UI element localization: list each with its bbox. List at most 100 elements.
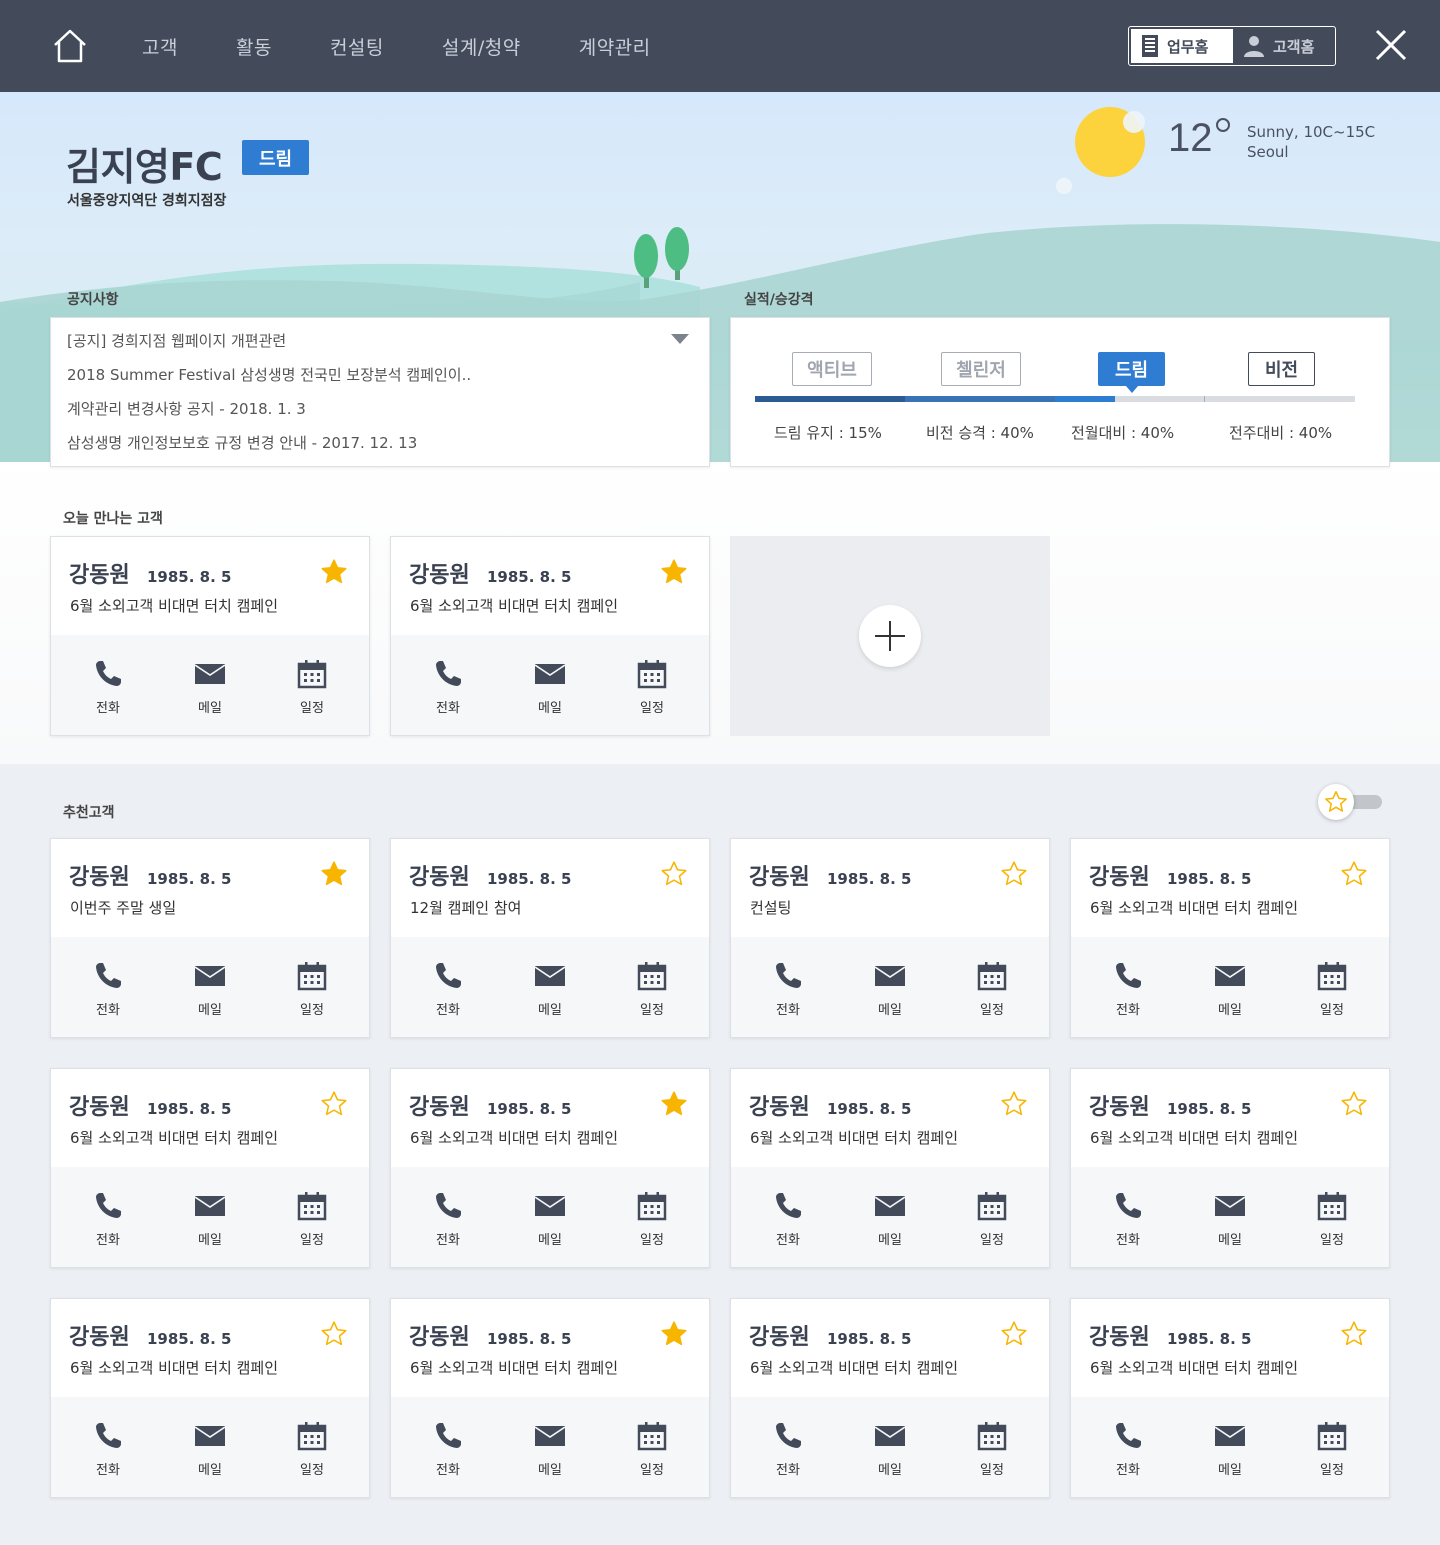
menu-activity[interactable]: 활동: [236, 33, 272, 60]
call-button[interactable]: 전화: [78, 1189, 138, 1249]
mail-button[interactable]: 메일: [520, 1189, 580, 1249]
call-button[interactable]: 전화: [758, 1419, 818, 1479]
plus-icon[interactable]: [859, 605, 921, 667]
work-home-button[interactable]: 업무홈: [1131, 29, 1233, 63]
star-outline-icon[interactable]: [1339, 1089, 1369, 1119]
schedule-button[interactable]: 일정: [1302, 1419, 1362, 1479]
mail-icon: [195, 664, 225, 684]
mail-button[interactable]: 메일: [1200, 1189, 1260, 1249]
call-button[interactable]: 전화: [418, 959, 478, 1019]
call-button[interactable]: 전화: [418, 657, 478, 717]
schedule-button[interactable]: 일정: [282, 959, 342, 1019]
customer-card[interactable]: 강동원 1985. 8. 5 6월 소외고객 비대면 터치 캠페인 전화 메일 일정: [1070, 1068, 1390, 1268]
schedule-button[interactable]: 일정: [622, 1419, 682, 1479]
notice-item[interactable]: [공지] 경희지점 웹페이지 개편관련: [67, 330, 471, 364]
call-button[interactable]: 전화: [1098, 959, 1158, 1019]
star-outline-icon[interactable]: [1339, 1319, 1369, 1349]
schedule-button[interactable]: 일정: [622, 1189, 682, 1249]
customer-card[interactable]: 강동원 1985. 8. 5 6월 소외고객 비대면 터치 캠페인전화 메일 일정: [390, 1068, 710, 1268]
call-button[interactable]: 전화: [758, 1189, 818, 1249]
customer-name: 강동원: [409, 563, 470, 588]
star-outline-icon[interactable]: [999, 859, 1029, 889]
mail-button[interactable]: 메일: [860, 1189, 920, 1249]
call-button[interactable]: 전화: [418, 1419, 478, 1479]
star-outline-icon[interactable]: [1339, 859, 1369, 889]
schedule-button[interactable]: 일정: [282, 657, 342, 717]
mail-button[interactable]: 메일: [520, 657, 580, 717]
notice-item[interactable]: 삼성생명 개인정보보호 규정 변경 안내 - 2017. 12. 13: [67, 432, 471, 466]
schedule-button[interactable]: 일정: [1302, 1189, 1362, 1249]
call-button[interactable]: 전화: [418, 1189, 478, 1249]
customer-card-actions: 전화 메일 일정: [391, 1397, 709, 1497]
notice-item[interactable]: 2018 Summer Festival 삼성생명 전국민 보장분석 캠페인이.…: [67, 364, 471, 398]
schedule-button[interactable]: 일정: [622, 959, 682, 1019]
star-filled-icon[interactable]: [659, 1319, 689, 1349]
customer-card[interactable]: 강동원 1985. 8. 5 6월 소외고객 비대면 터치 캠페인 전화 메일 일정: [50, 536, 370, 736]
mail-button[interactable]: 메일: [180, 657, 240, 717]
chevron-down-icon[interactable]: [671, 334, 689, 344]
schedule-button[interactable]: 일정: [962, 959, 1022, 1019]
call-button[interactable]: 전화: [78, 959, 138, 1019]
menu-consulting[interactable]: 컨설팅: [330, 33, 384, 60]
schedule-button[interactable]: 일정: [962, 1419, 1022, 1479]
customer-card-info: 강동원 1985. 8. 5 6월 소외고객 비대면 터치 캠페인: [391, 1069, 709, 1167]
schedule-label: 일정: [640, 1233, 664, 1248]
mail-button[interactable]: 메일: [180, 1419, 240, 1479]
mail-button[interactable]: 메일: [1200, 959, 1260, 1019]
star-filled-icon[interactable]: [319, 859, 349, 889]
mail-button[interactable]: 메일: [520, 959, 580, 1019]
schedule-button[interactable]: 일정: [282, 1189, 342, 1249]
call-button[interactable]: 전화: [758, 959, 818, 1019]
menu-contract-management[interactable]: 계약관리: [579, 33, 651, 60]
customer-card[interactable]: 강동원 1985. 8. 5 6월 소외고객 비대면 터치 캠페인 전화 메일 일정: [1070, 838, 1390, 1038]
customer-card[interactable]: 강동원 1985. 8. 5 6월 소외고객 비대면 터치 캠페인 전화 메일 일정: [390, 1298, 710, 1498]
star-outline-icon[interactable]: [319, 1319, 349, 1349]
customer-card[interactable]: 강동원 1985. 8. 5 이번주 주말 생일 전화 메일 일정: [50, 838, 370, 1038]
customer-card[interactable]: 강동원 1985. 8. 5 6월 소외고객 비대면 터치 캠페인 전화 메일 일정: [730, 1298, 1050, 1498]
notice-item[interactable]: 계약관리 변경사항 공지 - 2018. 1. 3: [67, 398, 471, 432]
customer-card[interactable]: 강동원 1985. 8. 5 12월 캠페인 참여 전화 메일 일정: [390, 838, 710, 1038]
customer-card[interactable]: 강동원 1985. 8. 5 6월 소외고객 비대면 터치 캠페인 전화 메일 일정: [50, 1298, 370, 1498]
call-button[interactable]: 전화: [1098, 1189, 1158, 1249]
grade-active[interactable]: 액티브: [792, 352, 872, 386]
customer-home-button[interactable]: 고객홈: [1233, 29, 1333, 63]
customer-card[interactable]: 강동원 1985. 8. 5 6월 소외고객 비대면 터치 캠페인 전화 메일 일정: [50, 1068, 370, 1268]
mail-button[interactable]: 메일: [1200, 1419, 1260, 1479]
schedule-button[interactable]: 일정: [282, 1419, 342, 1479]
star-outline-icon[interactable]: [659, 859, 689, 889]
calendar-icon: [1317, 962, 1347, 991]
schedule-button[interactable]: 일정: [622, 657, 682, 717]
schedule-button[interactable]: 일정: [1302, 959, 1362, 1019]
menu-customer[interactable]: 고객: [142, 33, 178, 60]
grade-vision[interactable]: 비전: [1248, 352, 1315, 386]
star-filled-icon[interactable]: [659, 1089, 689, 1119]
call-button[interactable]: 전화: [78, 1419, 138, 1479]
star-filled-icon[interactable]: [659, 557, 689, 587]
schedule-button[interactable]: 일정: [962, 1189, 1022, 1249]
close-icon[interactable]: [1374, 28, 1408, 62]
sunny-icon: [1056, 107, 1145, 194]
menu-design-application[interactable]: 설계/청약: [442, 33, 521, 60]
call-button[interactable]: 전화: [1098, 1419, 1158, 1479]
star-filled-icon[interactable]: [319, 557, 349, 587]
mail-label: 메일: [1218, 1463, 1242, 1478]
star-outline-icon[interactable]: [999, 1089, 1029, 1119]
customer-card[interactable]: 강동원 1985. 8. 5 6월 소외고객 비대면 터치 캠페인 전화 메일 일정: [1070, 1298, 1390, 1498]
mail-button[interactable]: 메일: [860, 959, 920, 1019]
grade-dream[interactable]: 드림: [1098, 352, 1165, 386]
mail-button[interactable]: 메일: [860, 1419, 920, 1479]
star-outline-icon[interactable]: [319, 1089, 349, 1119]
home-icon[interactable]: [52, 28, 88, 64]
mail-button[interactable]: 메일: [520, 1419, 580, 1479]
call-label: 전화: [776, 1233, 800, 1248]
mail-button[interactable]: 메일: [180, 1189, 240, 1249]
star-outline-icon[interactable]: [999, 1319, 1029, 1349]
customer-card[interactable]: 강동원 1985. 8. 5 6월 소외고객 비대면 터치 캠페인 전화 메일 일정: [390, 536, 710, 736]
grade-challenger[interactable]: 첼린저: [941, 352, 1021, 386]
call-label: 전화: [96, 1003, 120, 1018]
customer-card[interactable]: 강동원 1985. 8. 5 컨설팅 전화 메일 일정: [730, 838, 1050, 1038]
favorite-filter-toggle[interactable]: [1318, 784, 1384, 820]
customer-card[interactable]: 강동원 1985. 8. 5 6월 소외고객 비대면 터치 캠페인 전화 메일 일정: [730, 1068, 1050, 1268]
mail-button[interactable]: 메일: [180, 959, 240, 1019]
call-button[interactable]: 전화: [78, 657, 138, 717]
